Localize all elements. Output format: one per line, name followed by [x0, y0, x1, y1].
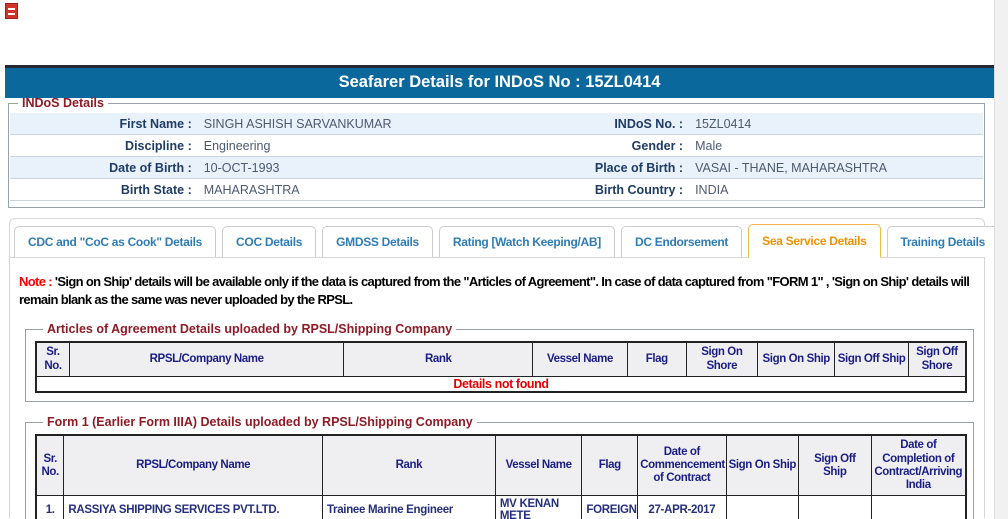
note-body: 'Sign on Ship' details will be available… [19, 274, 970, 308]
broken-image-icon [5, 3, 18, 19]
col-rank: Rank [321, 434, 496, 497]
tab-rating-watch-keeping-ab[interactable]: Rating [Watch Keeping/AB] [438, 226, 615, 257]
cell-sr-no: 1. [35, 495, 65, 519]
articles-of-agreement-table: Sr. No. RPSL/Company Name Rank Vessel Na… [35, 341, 967, 394]
col-vessel-name: Vessel Name [494, 434, 583, 497]
field-value: SINGH ASHISH SARVANKUMAR [203, 116, 392, 131]
form1-details-fieldset: Form 1 (Earlier Form IIIA) Details uploa… [25, 415, 974, 519]
table-header-row: Sr. No. RPSL/Company Name Rank Vessel Na… [35, 434, 967, 497]
articles-of-agreement-fieldset: Articles of Agreement Details uploaded b… [25, 322, 974, 403]
cell-sign-off-ship [798, 495, 872, 519]
articles-of-agreement-legend: Articles of Agreement Details uploaded b… [47, 322, 453, 337]
cell-date-of-commencement: 27-APR-2017 [637, 495, 727, 519]
sign-on-ship-note: Note : 'Sign on Ship' details will be av… [19, 273, 974, 309]
col-date-of-commencement: Date of Commencement of Contract [637, 434, 727, 497]
indos-details-fieldset: INDoS Details First Name : SINGH ASHISH … [8, 96, 985, 208]
col-sign-off-ship: Sign Off Ship [798, 434, 872, 497]
field-label: Gender : [631, 138, 684, 153]
cell-rpsl-company-name: RASSIYA SHIPPING SERVICES PVT.LTD. [63, 495, 323, 519]
col-sign-on-ship: Sign On Ship [757, 341, 836, 377]
table-row: Details not found [35, 375, 967, 393]
field-label: First Name : [119, 116, 192, 131]
form1-details-table: Sr. No. RPSL/Company Name Rank Vessel Na… [35, 434, 967, 519]
cell-sign-on-ship [725, 495, 800, 519]
col-sign-off-ship: Sign Off Ship [834, 341, 909, 377]
indos-row: Birth State : MAHARASHTRA Birth Country … [10, 179, 983, 201]
table-header-row: Sr. No. RPSL/Company Name Rank Vessel Na… [35, 341, 967, 377]
tab-training-details[interactable]: Training Details [886, 226, 1000, 257]
col-rpsl-company-name: RPSL/Company Name [68, 341, 345, 377]
seafarer-details-page: Seafarer Details for INDoS No : 15ZL0414… [0, 0, 1008, 519]
tab-sea-service-details[interactable]: Sea Service Details [748, 224, 881, 258]
indos-row: Date of Birth : 10-OCT-1993 Place of Bir… [10, 157, 983, 179]
col-sign-off-shore: Sign Off Shore [907, 341, 967, 377]
cell-vessel-name: MV KENAN METE [494, 495, 583, 519]
indos-row: First Name : SINGH ASHISH SARVANKUMAR IN… [10, 113, 983, 135]
form1-details-legend: Form 1 (Earlier Form IIIA) Details uploa… [47, 415, 473, 430]
indos-details-legend: INDoS Details [22, 96, 104, 110]
col-date-of-completion: Date of Completion of Contract/Arriving … [870, 434, 967, 497]
table-row: 1. RASSIYA SHIPPING SERVICES PVT.LTD. Tr… [35, 495, 967, 519]
col-rpsl-company-name: RPSL/Company Name [63, 434, 323, 497]
vertical-scrollbar[interactable] [994, 0, 1008, 519]
tab-cdc-coc-as-cook-details[interactable]: CDC and "CoC as Cook" Details [14, 226, 217, 257]
field-value: 15ZL0414 [695, 116, 752, 131]
col-sign-on-ship: Sign On Ship [725, 434, 800, 497]
col-sr-no: Sr. No. [35, 434, 65, 497]
details-not-found-message: Details not found [35, 375, 967, 393]
tab-coc-details[interactable]: COC Details [222, 226, 317, 257]
tab-content-panel: CDC and "CoC as Cook" Details COC Detail… [9, 218, 1000, 519]
cell-flag: FOREIGN [581, 495, 639, 519]
col-sr-no: Sr. No. [35, 341, 70, 377]
field-value: MAHARASHTRA [203, 182, 300, 197]
tab-gmdss-details[interactable]: GMDSS Details [322, 226, 433, 257]
col-flag: Flag [581, 434, 639, 497]
col-rank: Rank [343, 341, 534, 377]
col-vessel-name: Vessel Name [532, 341, 628, 377]
col-sign-on-shore: Sign On Shore [685, 341, 759, 377]
cell-date-of-completion [870, 495, 967, 519]
tab-dc-endorsement[interactable]: DC Endorsement [620, 226, 743, 257]
field-label: Date of Birth : [109, 160, 192, 175]
cell-rank: Trainee Marine Engineer [321, 495, 496, 519]
field-label: Birth State : [120, 182, 192, 197]
field-value: Male [695, 138, 723, 153]
field-label: Place of Birth : [594, 160, 684, 175]
field-label: Discipline : [125, 138, 192, 153]
field-value: INDIA [695, 182, 729, 197]
field-label: INDoS No. : [614, 116, 684, 131]
page-title: Seafarer Details for INDoS No : 15ZL0414 [5, 65, 994, 98]
field-value: VASAI - THANE, MAHARASHTRA [695, 160, 888, 175]
field-label: Birth Country : [594, 182, 684, 197]
field-value: 10-OCT-1993 [203, 160, 280, 175]
tab-strip: CDC and "CoC as Cook" Details COC Detail… [10, 219, 1000, 258]
note-prefix: Note : [19, 274, 53, 289]
field-value: Engineering [203, 138, 271, 153]
indos-row: Discipline : Engineering Gender : Male [10, 135, 983, 157]
col-flag: Flag [626, 341, 687, 377]
